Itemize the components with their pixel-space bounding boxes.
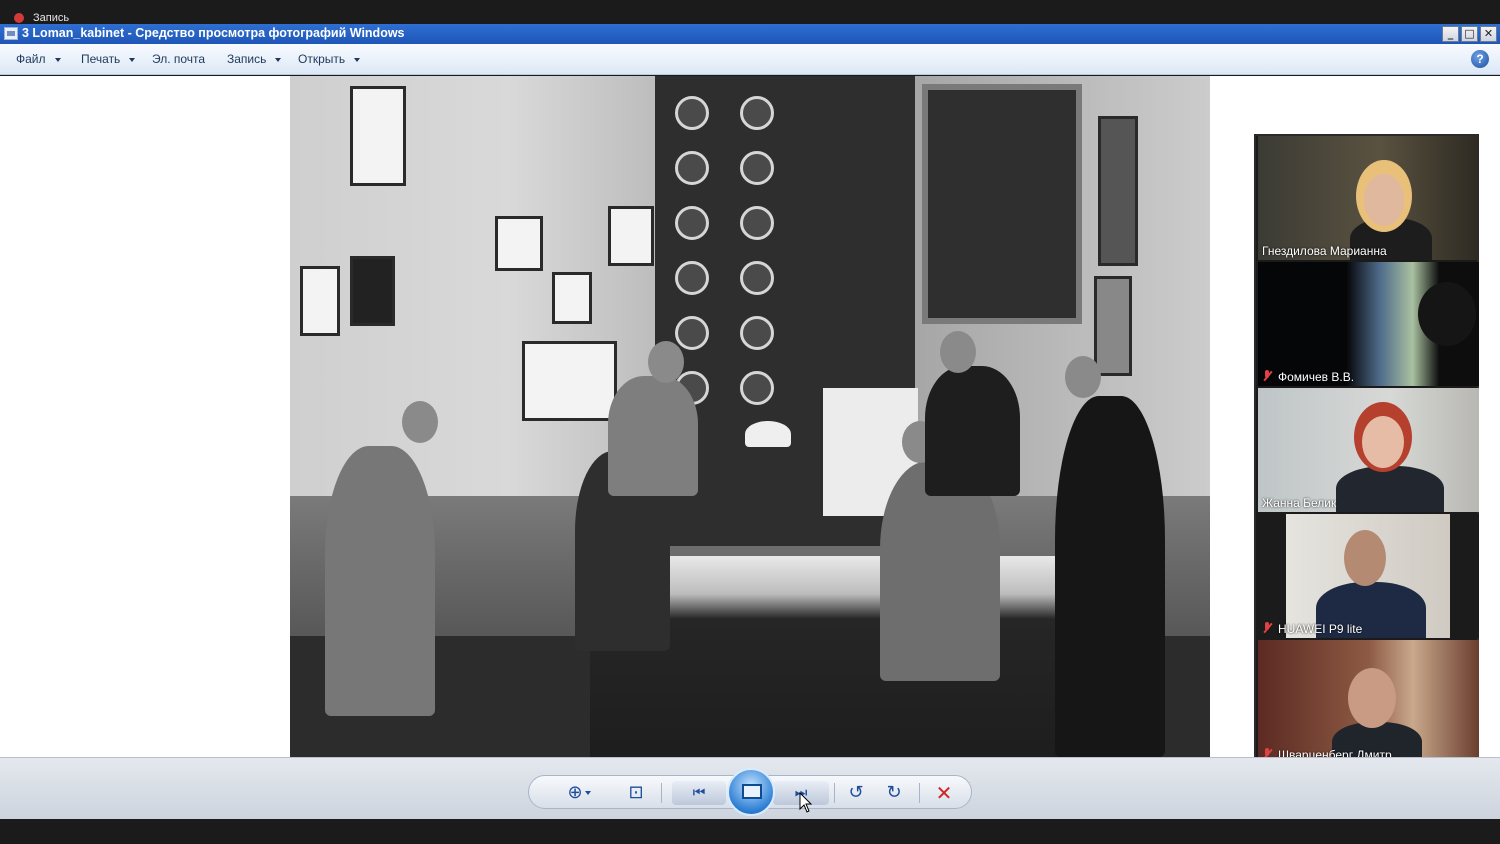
window-title: 3 Loman_kabinet - Средство просмотра фот… (22, 26, 405, 40)
participant-face (1364, 174, 1404, 226)
chevron-down-icon (584, 791, 591, 795)
photo-person (925, 366, 1020, 496)
menu-bar: Файл Печать Эл. почта Запись Открыть ? (0, 44, 1500, 75)
participant-name-row: HUAWEI P9 lite (1262, 622, 1362, 636)
participants-panel: Гнездилова Марианна Фомичев В.В. Жанна Б… (1254, 134, 1479, 767)
participant-tile[interactable]: Жанна Белик (1258, 388, 1479, 512)
rotate-right-icon[interactable]: ↻ (879, 776, 909, 810)
divider (919, 783, 920, 803)
recording-icon (14, 13, 24, 23)
chevron-down-icon (54, 57, 61, 62)
participant-face (1362, 416, 1404, 468)
mic-muted-icon (1262, 370, 1272, 382)
participant-name: Жанна Белик (1262, 496, 1337, 510)
photo-person (1055, 396, 1165, 757)
participant-tile[interactable]: Гнездилова Марианна (1258, 136, 1479, 260)
participant-tile[interactable]: Фомичев В.В. (1258, 262, 1479, 386)
viewer-controls-bar: ⊕ ⊡ ⏮ ⏭ ↺ ↻ ✕ (0, 757, 1500, 819)
photo-ornament (740, 371, 774, 405)
photo-ornament (675, 261, 709, 295)
menu-open[interactable]: Открыть (298, 52, 361, 66)
photo-ornament (675, 316, 709, 350)
photo-ornament (675, 151, 709, 185)
participant-body (1336, 466, 1444, 512)
photo-lamp (745, 421, 791, 447)
photo-head (940, 331, 976, 373)
controls-pill: ⊕ ⊡ ⏮ ⏭ ↺ ↻ ✕ (528, 768, 972, 816)
photo-ornament (675, 96, 709, 130)
photo-ornament (740, 206, 774, 240)
menu-open-label: Открыть (298, 52, 346, 66)
photo-person (608, 376, 698, 496)
photo-wall-frame (350, 86, 406, 186)
window-titlebar: 3 Loman_kabinet - Средство просмотра фот… (0, 24, 1500, 44)
zoom-button[interactable]: ⊕ (559, 776, 599, 810)
slideshow-icon (742, 784, 762, 799)
chevron-down-icon (275, 57, 282, 62)
participant-name-row: Фомичев В.В. (1262, 370, 1354, 384)
menu-file[interactable]: Файл (16, 52, 61, 66)
menu-record[interactable]: Запись (227, 52, 282, 66)
photo-head (402, 401, 438, 443)
slideshow-button[interactable] (727, 768, 775, 816)
participant-face (1418, 282, 1476, 346)
previous-image-icon[interactable]: ⏮ (672, 781, 726, 805)
participant-tile[interactable]: Шварценберг Дмитр... (1258, 640, 1479, 764)
menu-print-label: Печать (81, 52, 121, 66)
photo-wall-frame (350, 256, 395, 326)
photo-ornament (740, 261, 774, 295)
close-button[interactable]: ✕ (1480, 26, 1497, 42)
divider (834, 783, 835, 803)
photo-portrait-frame (922, 84, 1082, 324)
participant-face (1344, 530, 1386, 586)
photo-ornament (740, 316, 774, 350)
chevron-down-icon (129, 57, 136, 62)
divider (661, 783, 662, 803)
participant-tile[interactable]: HUAWEI P9 lite (1258, 514, 1479, 638)
menu-print[interactable]: Печать (81, 52, 136, 66)
displayed-photo (290, 76, 1210, 757)
screen: Запись 3 Loman_kabinet - Средство просмо… (0, 0, 1500, 844)
chevron-down-icon (354, 57, 361, 62)
photo-wall-frame (522, 341, 617, 421)
fit-to-window-icon[interactable]: ⊡ (621, 776, 651, 810)
participant-name: HUAWEI P9 lite (1278, 622, 1363, 636)
photo-ornament (740, 96, 774, 130)
photo-head (1065, 356, 1101, 398)
photo-wall-frame (1098, 116, 1138, 266)
zoom-icon: ⊕ (567, 782, 583, 803)
recording-bar: Запись (0, 0, 1500, 24)
photo-ornament (675, 206, 709, 240)
help-icon[interactable]: ? (1471, 50, 1489, 68)
photo-wall-frame (495, 216, 543, 271)
participant-face (1348, 668, 1396, 728)
menu-email[interactable]: Эл. почта (152, 52, 205, 66)
participant-name: Фомичев В.В. (1278, 370, 1355, 384)
photo-person (325, 446, 435, 716)
participant-name: Гнездилова Марианна (1262, 244, 1387, 258)
mouse-cursor-icon (799, 792, 813, 813)
photo-viewer-icon (4, 27, 18, 40)
maximize-button[interactable]: □ (1461, 26, 1478, 42)
photo-ornament (740, 151, 774, 185)
recording-label: Запись (33, 12, 70, 24)
delete-icon[interactable]: ✕ (929, 776, 959, 810)
rotate-left-icon[interactable]: ↺ (841, 776, 871, 810)
minimize-button[interactable]: _ (1442, 26, 1459, 42)
menu-record-label: Запись (227, 52, 267, 66)
photo-wall-frame (608, 206, 654, 266)
photo-wall-left (290, 76, 655, 496)
menu-file-label: Файл (16, 52, 46, 66)
photo-wall-frame (552, 272, 592, 324)
photo-wall-frame (1094, 276, 1132, 376)
bottom-strip (0, 819, 1500, 844)
mic-muted-icon (1262, 622, 1272, 634)
photo-wall-frame (300, 266, 340, 336)
photo-head (648, 341, 684, 383)
